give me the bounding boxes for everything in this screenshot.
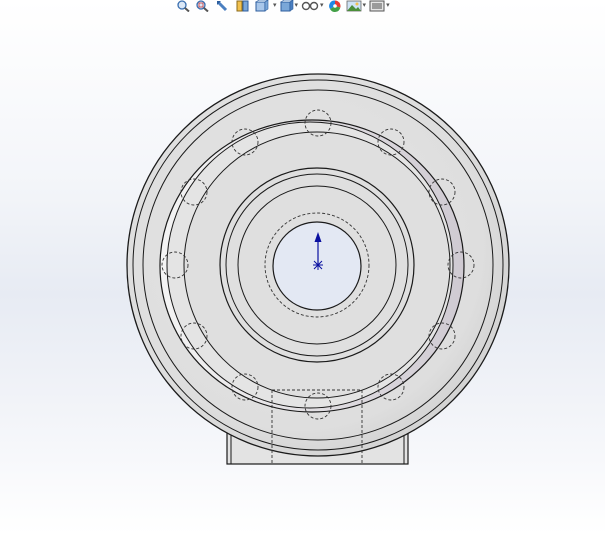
origin-marker-icon <box>313 260 323 270</box>
graphics-area[interactable] <box>0 0 605 534</box>
